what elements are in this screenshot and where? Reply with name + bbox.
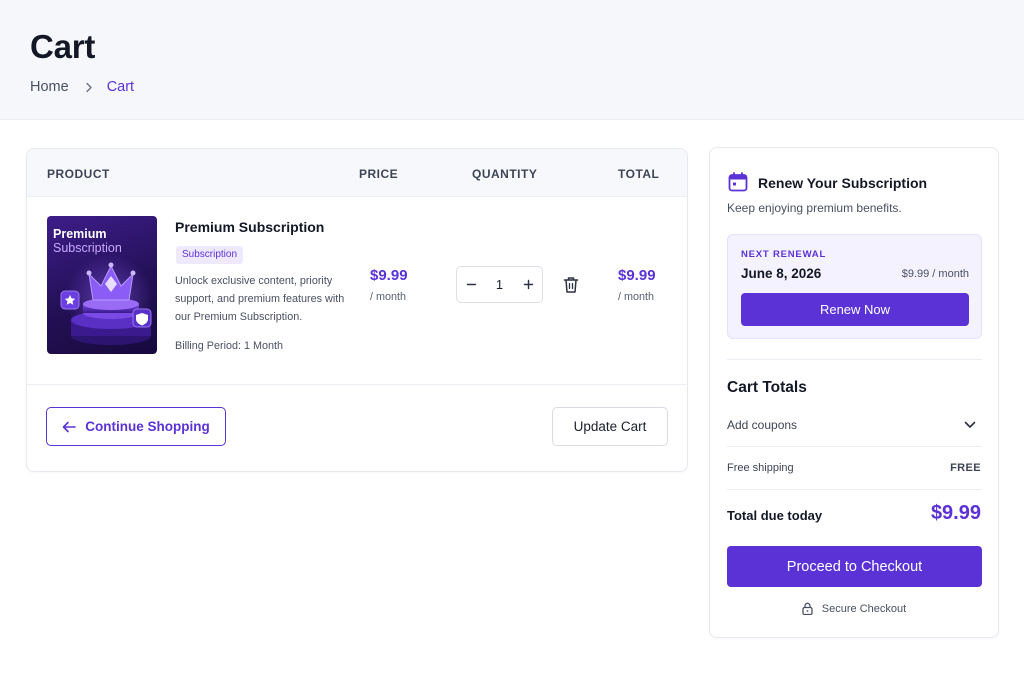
column-header-total: TOTAL bbox=[618, 167, 660, 181]
cart-totals-title: Cart Totals bbox=[727, 379, 807, 396]
renew-now-button[interactable]: Renew Now bbox=[741, 293, 969, 326]
quantity-decrease-button[interactable] bbox=[457, 267, 485, 302]
secure-checkout-label: Secure Checkout bbox=[821, 602, 907, 615]
column-header-product: PRODUCT bbox=[47, 167, 110, 181]
divider bbox=[27, 384, 687, 385]
quantity-input[interactable]: 1 bbox=[485, 267, 514, 302]
calendar-icon bbox=[728, 172, 748, 197]
divider bbox=[727, 446, 982, 447]
divider bbox=[727, 359, 982, 360]
divider bbox=[727, 489, 982, 490]
minus-icon bbox=[466, 283, 476, 286]
product-image-title-line1: Premium bbox=[53, 227, 107, 241]
breadcrumb: Home Cart bbox=[30, 79, 134, 95]
column-header-quantity: QUANTITY bbox=[472, 167, 538, 181]
page-header: Cart Home Cart bbox=[0, 0, 1024, 120]
proceed-to-checkout-button[interactable]: Proceed to Checkout bbox=[727, 546, 982, 587]
continue-shopping-button[interactable]: Continue Shopping bbox=[46, 407, 226, 446]
product-description: Unlock exclusive content, priority suppo… bbox=[175, 275, 345, 323]
breadcrumb-home-link[interactable]: Home bbox=[30, 79, 69, 95]
renewal-title: Renew Your Subscription bbox=[758, 175, 928, 191]
next-renewal-label: NEXT RENEWAL bbox=[741, 249, 827, 260]
lock-icon bbox=[802, 602, 813, 615]
secure-checkout-note: Secure Checkout bbox=[710, 602, 998, 615]
page-title: Cart bbox=[30, 28, 96, 65]
add-coupons-toggle[interactable]: Add coupons bbox=[727, 413, 982, 445]
total-due-label: Total due today bbox=[727, 508, 823, 523]
quantity-increase-button[interactable] bbox=[514, 267, 542, 302]
remove-item-button[interactable] bbox=[561, 274, 581, 296]
product-image: Premium Subscription bbox=[47, 216, 157, 354]
next-renewal-date: June 8, 2026 bbox=[741, 266, 822, 281]
update-cart-button[interactable]: Update Cart bbox=[552, 407, 668, 446]
product-image-title-line2: Subscription bbox=[53, 241, 122, 255]
item-total: $9.99 bbox=[618, 267, 656, 284]
shipping-value: FREE bbox=[950, 462, 981, 474]
next-renewal-panel: NEXT RENEWAL June 8, 2026 $9.99 / month … bbox=[727, 234, 982, 339]
item-price: $9.99 bbox=[370, 267, 408, 284]
cart-table: PRODUCT PRICE QUANTITY TOTAL Premium Sub… bbox=[26, 148, 688, 472]
column-header-price: PRICE bbox=[359, 167, 399, 181]
breadcrumb-current: Cart bbox=[106, 79, 135, 95]
quantity-stepper: 1 bbox=[456, 266, 543, 303]
plus-icon bbox=[523, 279, 533, 290]
order-sidebar: Renew Your Subscription Keep enjoying pr… bbox=[709, 147, 999, 638]
billing-period: Billing Period: 1 Month bbox=[175, 340, 284, 352]
shipping-label: Free shipping bbox=[727, 462, 794, 474]
next-renewal-price: $9.99 / month bbox=[901, 268, 969, 280]
item-total-unit: / month bbox=[618, 291, 655, 303]
continue-shopping-label: Continue Shopping bbox=[85, 419, 210, 434]
trash-icon bbox=[563, 277, 579, 293]
add-coupons-label: Add coupons bbox=[727, 418, 798, 432]
arrow-left-icon bbox=[62, 421, 77, 433]
renewal-subtitle: Keep enjoying premium benefits. bbox=[727, 201, 902, 215]
chevron-right-icon bbox=[85, 82, 93, 93]
cart-table-header: PRODUCT PRICE QUANTITY TOTAL bbox=[27, 149, 687, 197]
product-type-badge: Subscription bbox=[176, 246, 244, 264]
chevron-down-icon bbox=[964, 421, 976, 429]
total-due-value: $9.99 bbox=[930, 502, 981, 524]
product-name[interactable]: Premium Subscription bbox=[175, 219, 324, 235]
item-price-unit: / month bbox=[370, 291, 407, 303]
